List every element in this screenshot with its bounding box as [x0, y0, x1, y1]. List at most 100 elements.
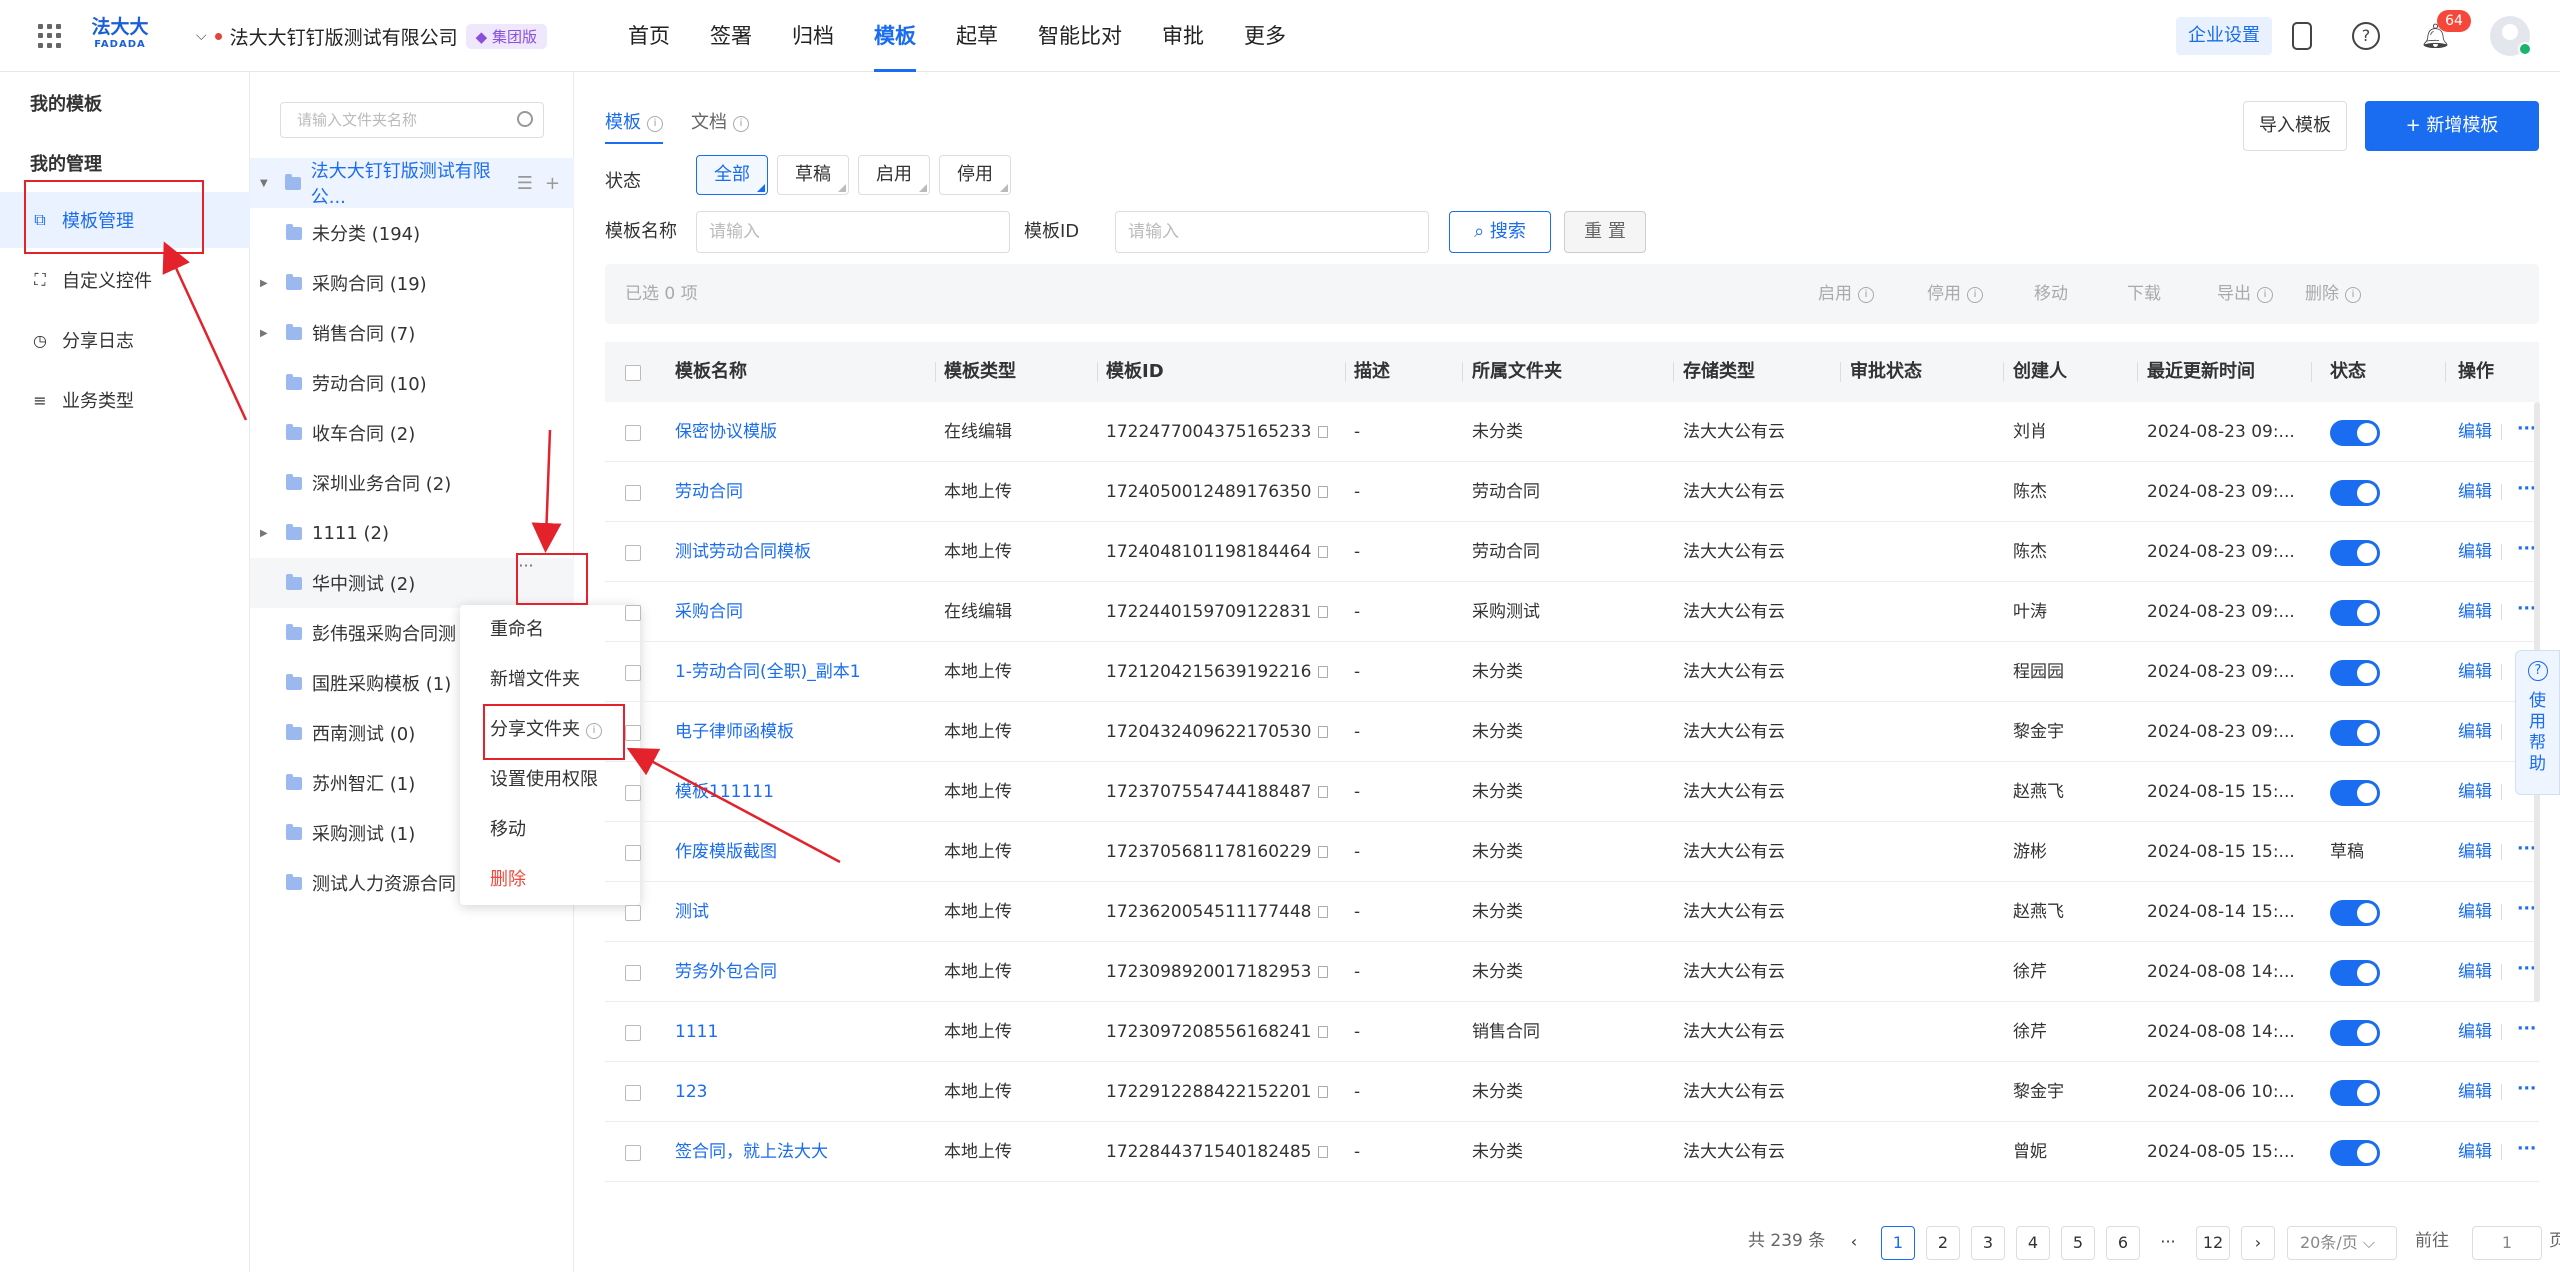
copy-icon[interactable]: [1317, 1146, 1328, 1158]
copy-icon[interactable]: [1317, 666, 1328, 678]
table-row[interactable]: 测试 本地上传 1723620054511177448 - 未分类 法大大公有云 赵燕飞 20…: [605, 882, 2539, 942]
edit-link[interactable]: 编辑: [2458, 762, 2492, 822]
batch-action-3[interactable]: 下载: [2127, 264, 2161, 324]
page-button[interactable]: 4: [2016, 1226, 2050, 1260]
edit-link[interactable]: 编辑: [2458, 1002, 2492, 1062]
folder-search-input[interactable]: 请输入文件夹名称: [280, 102, 544, 138]
status-toggle[interactable]: [2330, 1140, 2380, 1166]
cell-name[interactable]: 模板111111: [675, 762, 774, 822]
column-divider[interactable]: [1673, 362, 1674, 382]
tab-documents[interactable]: 文档 i: [691, 108, 749, 144]
reset-button[interactable]: 重 置: [1564, 211, 1646, 253]
row-checkbox[interactable]: [625, 605, 641, 621]
select-all-checkbox[interactable]: [625, 365, 641, 381]
table-row[interactable]: 劳务外包合同 本地上传 1723098920017182953 - 未分类 法大大公有云 徐…: [605, 942, 2539, 1002]
tree-folder-item[interactable]: ▶ 销售合同 (7): [250, 308, 574, 358]
status-toggle[interactable]: [2330, 960, 2380, 986]
cell-name[interactable]: 签合同，就上法大大: [675, 1122, 828, 1182]
caret-right-icon[interactable]: ▶: [260, 528, 274, 539]
row-checkbox[interactable]: [625, 425, 641, 441]
copy-icon[interactable]: [1317, 726, 1328, 738]
cell-name[interactable]: 1111: [675, 1002, 718, 1062]
edit-link[interactable]: 编辑: [2458, 942, 2492, 1002]
page-button[interactable]: 12: [2196, 1226, 2230, 1260]
table-row[interactable]: 保密协议模版 在线编辑 1722477004375165233 - 未分类 法大大公有云 刘…: [605, 402, 2539, 462]
row-checkbox[interactable]: [625, 1085, 641, 1101]
more-actions-button[interactable]: ···: [2517, 1122, 2536, 1176]
search-icon[interactable]: [517, 111, 533, 127]
row-checkbox[interactable]: [625, 665, 641, 681]
cell-name[interactable]: 1-劳动合同(全职)_副本1: [675, 642, 861, 702]
status-toggle[interactable]: [2330, 780, 2380, 806]
copy-icon[interactable]: [1317, 606, 1328, 618]
status-toggle[interactable]: [2330, 1020, 2380, 1046]
copy-icon[interactable]: [1317, 426, 1328, 438]
edit-link[interactable]: 编辑: [2458, 402, 2492, 462]
status-toggle[interactable]: [2330, 660, 2380, 686]
copy-icon[interactable]: [1317, 546, 1328, 558]
nav-item-2[interactable]: 归档: [792, 0, 834, 72]
my-templates-heading[interactable]: 我的模板: [30, 90, 102, 116]
column-divider[interactable]: [1345, 362, 1346, 382]
app-grid-icon[interactable]: [38, 24, 62, 48]
edit-link[interactable]: 编辑: [2458, 1062, 2492, 1122]
batch-action-1[interactable]: 停用 i: [1927, 264, 1983, 324]
batch-action-4[interactable]: 导出 i: [2217, 264, 2273, 324]
more-actions-button[interactable]: ···: [2517, 1062, 2536, 1116]
table-row[interactable]: 采购合同 在线编辑 1722440159709122831 - 采购测试 法大大公有云 叶涛…: [605, 582, 2539, 642]
page-button[interactable]: 2: [1926, 1226, 1960, 1260]
template-name-input[interactable]: 请输入: [696, 211, 1010, 253]
copy-icon[interactable]: [1317, 1086, 1328, 1098]
row-checkbox[interactable]: [625, 1145, 641, 1161]
tab-templates[interactable]: 模板 i: [605, 108, 663, 144]
cell-name[interactable]: 电子律师函模板: [675, 702, 794, 762]
table-row[interactable]: 劳动合同 本地上传 1724050012489176350 - 劳动合同 法大大公有云 陈杰…: [605, 462, 2539, 522]
copy-icon[interactable]: [1317, 966, 1328, 978]
page-button[interactable]: 3: [1971, 1226, 2005, 1260]
edit-link[interactable]: 编辑: [2458, 702, 2492, 762]
caret-right-icon[interactable]: ▶: [260, 278, 274, 289]
page-button[interactable]: 5: [2061, 1226, 2095, 1260]
caret-down-icon[interactable]: ▼: [260, 178, 273, 189]
row-checkbox[interactable]: [625, 1025, 641, 1041]
page-button[interactable]: ···: [2151, 1226, 2185, 1260]
edit-link[interactable]: 编辑: [2458, 642, 2492, 702]
row-checkbox[interactable]: [625, 845, 641, 861]
enterprise-settings-button[interactable]: 企业设置: [2176, 17, 2272, 55]
table-row[interactable]: 1111 本地上传 1723097208556168241 - 销售合同 法大大公有云 徐芹…: [605, 1002, 2539, 1062]
edit-link[interactable]: 编辑: [2458, 822, 2492, 882]
nav-item-1[interactable]: 签署: [710, 0, 752, 72]
column-divider[interactable]: [2445, 362, 2446, 382]
copy-icon[interactable]: [1317, 786, 1328, 798]
tree-folder-item[interactable]: 劳动合同 (10): [250, 358, 574, 408]
column-divider[interactable]: [2003, 362, 2004, 382]
edit-link[interactable]: 编辑: [2458, 1122, 2492, 1182]
column-divider[interactable]: [2311, 362, 2312, 382]
cell-name[interactable]: 采购合同: [675, 582, 743, 642]
edit-link[interactable]: 编辑: [2458, 582, 2492, 642]
batch-action-2[interactable]: 移动: [2034, 264, 2068, 324]
status-chip-enabled[interactable]: 启用: [858, 155, 930, 195]
help-icon[interactable]: ?: [2352, 22, 2380, 50]
cell-name[interactable]: 作废模版截图: [675, 822, 777, 882]
tree-folder-item[interactable]: ▶ 采购合同 (19): [250, 258, 574, 308]
status-chip-draft[interactable]: 草稿: [777, 155, 849, 195]
tree-root-folder[interactable]: ▼ 法大大钉钉版测试有限公... ☰ +: [250, 158, 574, 208]
row-checkbox[interactable]: [625, 725, 641, 741]
status-chip-all[interactable]: 全部: [696, 155, 768, 195]
status-chip-disabled[interactable]: 停用: [939, 155, 1011, 195]
page-size-select[interactable]: 20条/页 ⌵: [2287, 1226, 2397, 1260]
goto-page-input[interactable]: 1: [2472, 1226, 2542, 1260]
sidebar-item-business-type[interactable]: ≡ 业务类型: [0, 372, 250, 428]
status-toggle[interactable]: [2330, 420, 2380, 446]
tree-folder-item[interactable]: 深圳业务合同 (2): [250, 458, 574, 508]
nav-item-0[interactable]: 首页: [628, 0, 670, 72]
status-toggle[interactable]: [2330, 900, 2380, 926]
batch-action-5[interactable]: 删除 i: [2305, 264, 2361, 324]
column-divider[interactable]: [1462, 362, 1463, 382]
batch-action-0[interactable]: 启用 i: [1818, 264, 1874, 324]
status-toggle[interactable]: [2330, 720, 2380, 746]
add-folder-icon[interactable]: +: [545, 173, 560, 194]
cell-name[interactable]: 保密协议模版: [675, 402, 777, 462]
search-button[interactable]: ⌕ 搜索: [1449, 211, 1551, 253]
